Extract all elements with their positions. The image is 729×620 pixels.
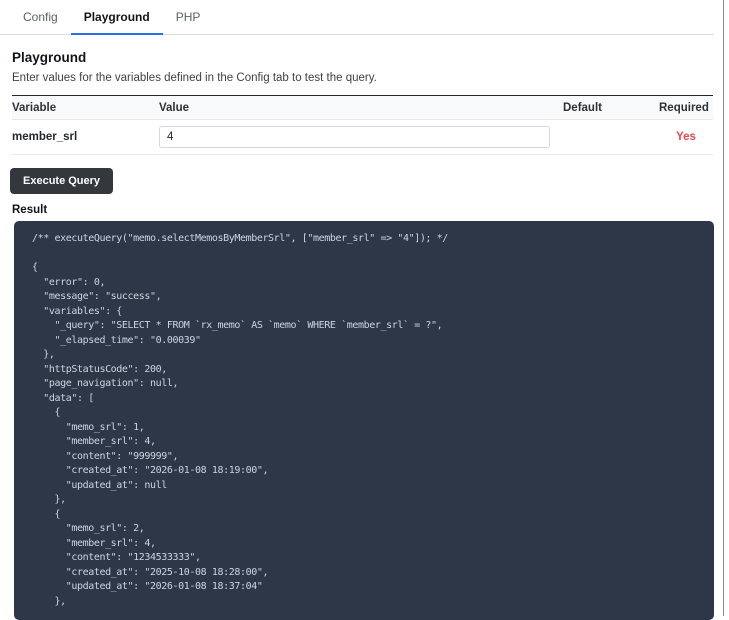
- viewport-right-border: [723, 0, 724, 616]
- column-header-value: Value: [159, 96, 563, 120]
- variables-table: Variable Value Default Required member_s…: [12, 95, 713, 155]
- tab-config[interactable]: Config: [10, 0, 71, 35]
- execute-query-button[interactable]: Execute Query: [10, 168, 113, 194]
- tab-bar: Config Playground PHP: [0, 0, 714, 35]
- variable-name: member_srl: [12, 120, 159, 155]
- value-input[interactable]: [159, 126, 550, 148]
- value-cell: [159, 120, 563, 155]
- playground-panel: Playground Enter values for the variable…: [0, 50, 714, 620]
- tab-playground[interactable]: Playground: [71, 0, 163, 35]
- required-badge: Yes: [659, 120, 713, 155]
- result-label: Result: [12, 204, 714, 216]
- column-header-variable: Variable: [12, 96, 159, 120]
- tab-php[interactable]: PHP: [163, 0, 214, 35]
- table-row: member_srl Yes: [12, 120, 713, 155]
- default-cell: [563, 120, 659, 155]
- page-description: Enter values for the variables defined i…: [12, 72, 714, 84]
- page-title: Playground: [12, 50, 714, 65]
- column-header-required: Required: [659, 96, 713, 120]
- result-code-block: /** executeQuery("memo.selectMemosByMemb…: [14, 221, 714, 620]
- table-header-row: Variable Value Default Required: [12, 96, 713, 120]
- column-header-default: Default: [563, 96, 659, 120]
